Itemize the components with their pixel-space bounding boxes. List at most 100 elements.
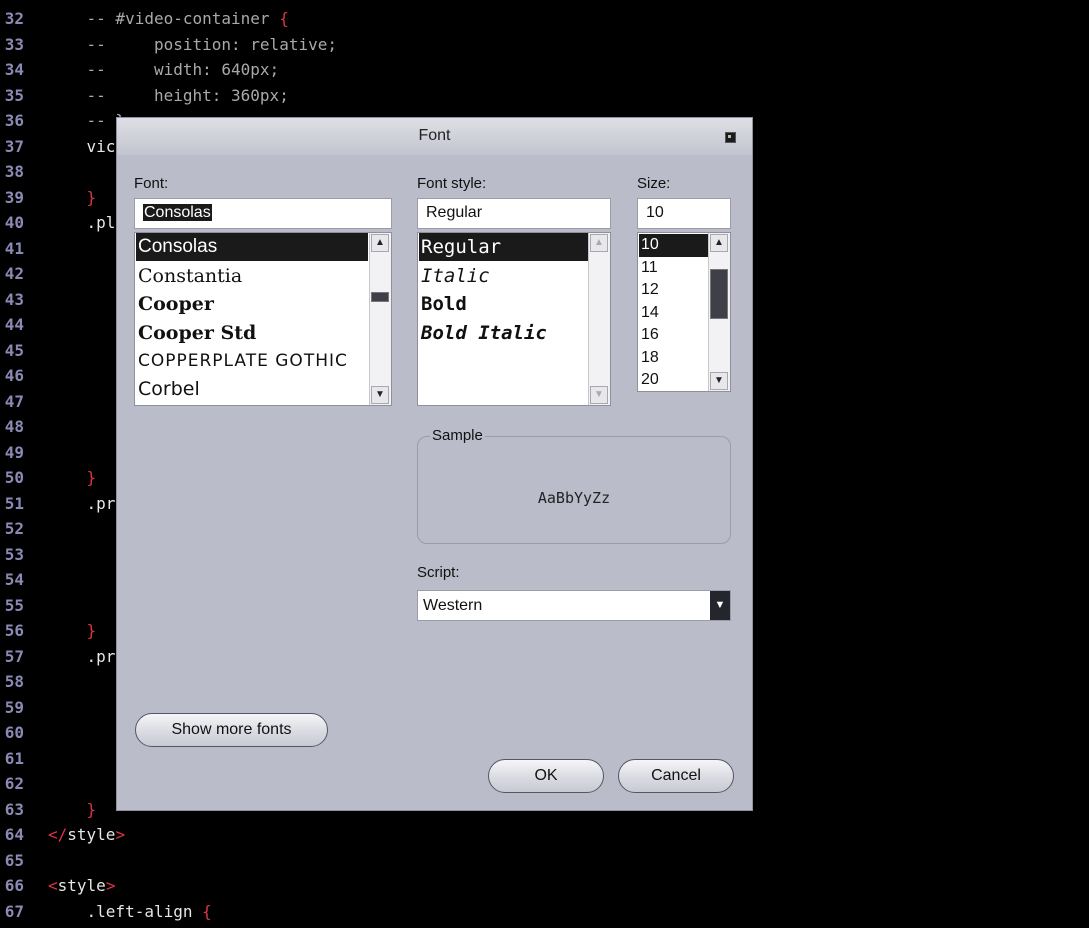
font-name-input[interactable]: Consolas <box>134 198 392 229</box>
line-number: 57 <box>4 646 24 666</box>
line-number: 51 <box>4 493 24 513</box>
font-list[interactable]: Consolas Constantia Cooper Cooper Std CO… <box>134 232 392 406</box>
font-dialog: Font Font: Consolas Consolas Constantia … <box>116 117 753 811</box>
style-item-bold[interactable]: Bold <box>419 290 588 318</box>
size-item-11[interactable]: 11 <box>639 257 708 280</box>
line-number: 62 <box>4 774 24 793</box>
code-text: </style> <box>48 822 125 848</box>
style-item-bold-italic[interactable]: Bold Italic <box>419 319 588 347</box>
code-text: } <box>48 618 97 644</box>
font-item-corbel[interactable]: Corbel <box>136 375 368 403</box>
line-number: 66 <box>4 876 24 895</box>
code-text: .left-align { <box>48 899 212 925</box>
line-number: 67 <box>4 901 24 921</box>
code-text: } <box>48 797 97 823</box>
code-token: < <box>48 876 58 895</box>
code-token: style <box>57 876 106 895</box>
style-item-italic[interactable]: Italic <box>419 262 588 290</box>
code-token: -- height: 360px; <box>48 85 289 105</box>
scroll-up-icon[interactable]: ▲ <box>710 234 728 252</box>
code-line: 65 <box>0 848 1089 874</box>
font-item-constantia[interactable]: Constantia <box>136 262 368 290</box>
size-item-16[interactable]: 16 <box>639 324 708 347</box>
font-item-cooper-std[interactable]: Cooper Std <box>136 319 368 347</box>
line-number: 56 <box>4 621 24 640</box>
size-list-scrollbar[interactable]: ▲ ▼ <box>708 233 730 391</box>
scroll-down-icon[interactable]: ▼ <box>590 386 608 404</box>
scroll-down-icon[interactable]: ▼ <box>371 386 389 404</box>
font-item-consolas[interactable]: Consolas <box>136 233 368 261</box>
line-number: 52 <box>4 519 24 538</box>
scroll-thumb[interactable] <box>710 269 728 319</box>
code-token: .pr <box>48 646 116 666</box>
ok-button[interactable]: OK <box>488 759 604 793</box>
size-input[interactable]: 10 <box>637 198 731 229</box>
line-number: 37 <box>4 136 24 156</box>
scroll-up-icon[interactable]: ▲ <box>371 234 389 252</box>
line-number: 36 <box>4 111 24 130</box>
cancel-button[interactable]: Cancel <box>618 759 734 793</box>
line-number: 33 <box>4 34 24 54</box>
code-token: style <box>67 825 116 844</box>
code-text: } <box>48 185 97 211</box>
size-list[interactable]: 10 11 12 14 16 18 20 ▲ ▼ <box>637 232 731 392</box>
font-list-scrollbar[interactable]: ▲ ▼ <box>369 233 391 405</box>
code-token: > <box>105 876 116 895</box>
line-number: 45 <box>4 340 24 360</box>
size-item-10[interactable]: 10 <box>639 234 708 257</box>
script-value: Western <box>423 597 483 614</box>
line-number: 35 <box>4 85 24 105</box>
scroll-up-icon[interactable]: ▲ <box>590 234 608 252</box>
font-item-cooper[interactable]: Cooper <box>136 290 368 318</box>
script-select[interactable]: Western ▼ <box>417 590 731 621</box>
line-number: 38 <box>4 162 24 181</box>
scroll-down-icon[interactable]: ▼ <box>710 372 728 390</box>
code-line: 35 -- height: 360px; <box>0 83 1089 109</box>
code-line: 34 -- width: 640px; <box>0 57 1089 83</box>
code-text: -- height: 360px; <box>48 83 289 109</box>
size-item-20[interactable]: 20 <box>639 369 708 391</box>
code-text: .pl <box>48 210 116 236</box>
code-token: .left-align <box>48 901 203 921</box>
show-more-fonts-button[interactable]: Show more fonts <box>135 713 328 747</box>
line-number: 46 <box>4 366 24 385</box>
code-text: } <box>48 465 97 491</box>
style-item-regular[interactable]: Regular <box>419 233 588 261</box>
line-number: 43 <box>4 289 24 309</box>
script-label: Script: <box>417 564 460 581</box>
close-icon[interactable] <box>725 132 736 143</box>
code-text: .pr <box>48 644 116 670</box>
code-line: 64 </style> <box>0 822 1089 848</box>
code-token: vic <box>48 136 116 156</box>
code-text: vic <box>48 134 116 160</box>
size-item-18[interactable]: 18 <box>639 347 708 370</box>
scroll-thumb[interactable] <box>371 292 389 302</box>
line-number: 34 <box>4 60 24 79</box>
code-line: 66 <style> <box>0 873 1089 899</box>
code-token: </ <box>48 825 68 844</box>
line-number: 44 <box>4 315 24 334</box>
line-number: 63 <box>4 799 24 819</box>
line-number: 41 <box>4 238 24 258</box>
font-item-copperplate-gothic[interactable]: COPPERPLATE GOTHIC <box>136 347 368 375</box>
line-number: 65 <box>4 850 24 870</box>
font-style-input[interactable]: Regular <box>417 198 611 229</box>
line-number: 54 <box>4 570 24 589</box>
font-style-list[interactable]: Regular Italic Bold Bold Italic ▲ ▼ <box>417 232 611 406</box>
line-number: 47 <box>4 391 24 411</box>
chevron-down-icon[interactable]: ▼ <box>710 591 730 620</box>
code-token: { <box>279 9 289 28</box>
size-item-12[interactable]: 12 <box>639 279 708 302</box>
style-list-scrollbar[interactable]: ▲ ▼ <box>588 233 610 405</box>
size-item-14[interactable]: 14 <box>639 302 708 325</box>
dialog-titlebar[interactable]: Font <box>117 118 752 155</box>
code-text: .pr <box>48 491 116 517</box>
font-name-value: Consolas <box>143 204 212 221</box>
code-text: -- position: relative; <box>48 32 337 58</box>
code-line: 67 .left-align { <box>0 899 1089 925</box>
sample-group: Sample AaBbYyZz <box>417 427 731 544</box>
line-number: 32 <box>4 9 24 28</box>
code-token: -- position: relative; <box>48 34 337 54</box>
code-token: -- } <box>48 111 126 130</box>
code-line: 32 -- #video-container { <box>0 6 1089 32</box>
